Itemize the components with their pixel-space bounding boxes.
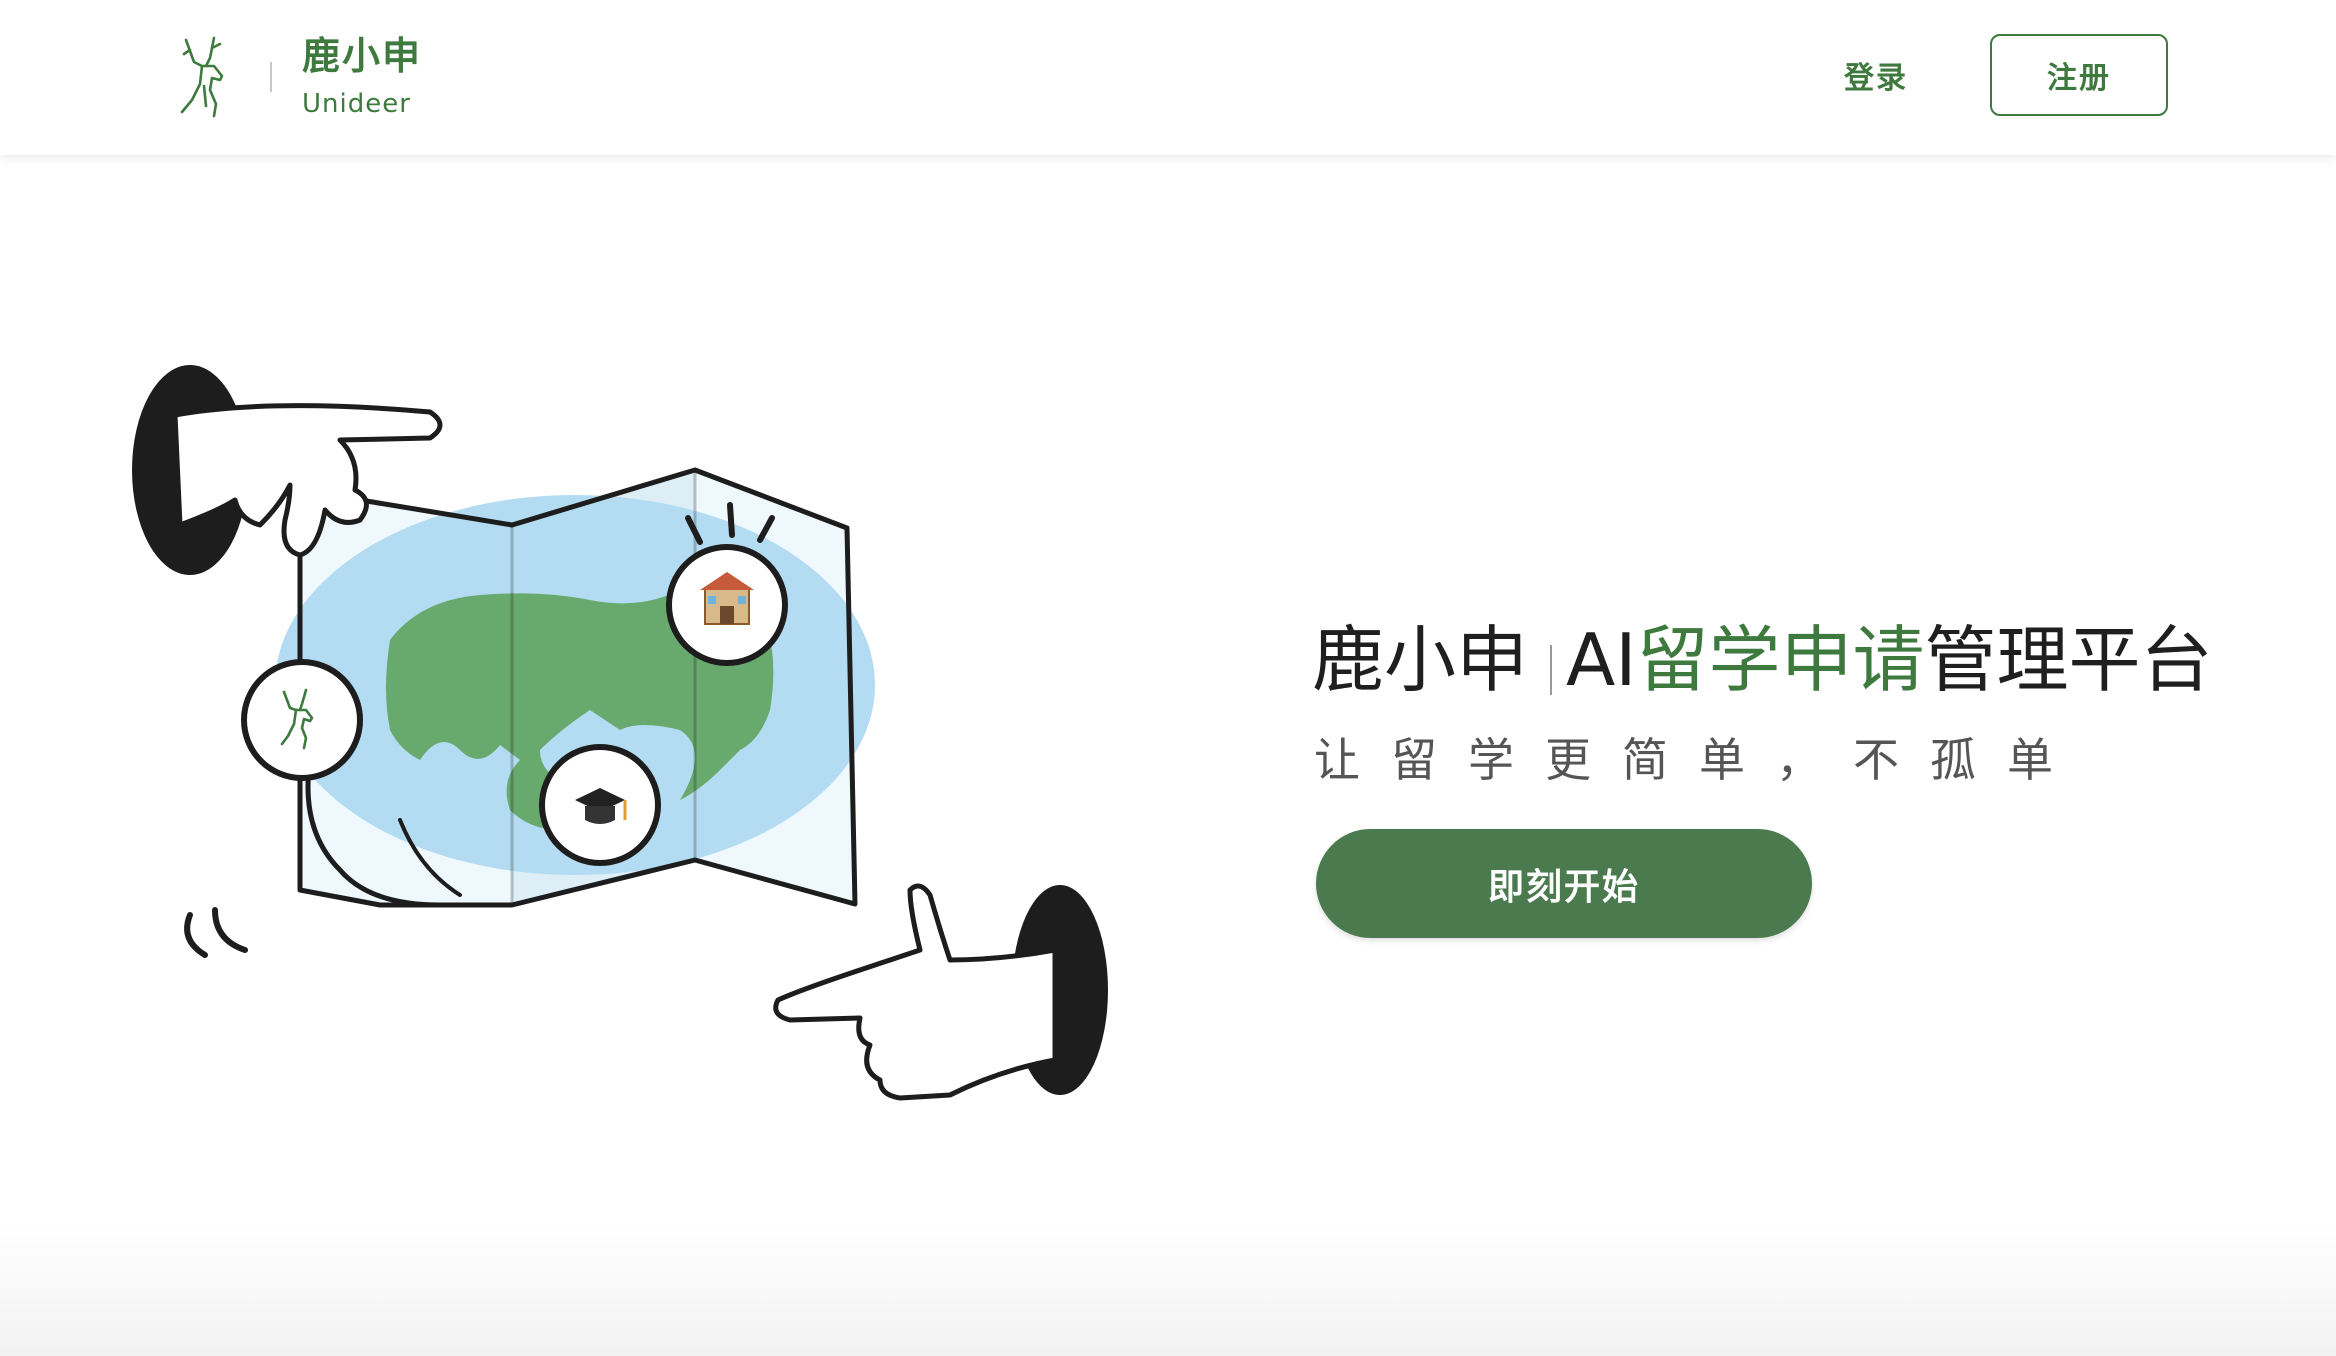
hero-title-ai: AI [1566,618,1637,702]
deer-logo-icon [180,36,224,118]
brand[interactable]: 鹿小申 Unideer [178,32,422,122]
brand-subtitle: Unideer [302,89,411,119]
top-navbar: 鹿小申 Unideer 登录 注册 [0,0,2336,155]
brand-text: 鹿小申 Unideer [302,33,422,121]
login-link[interactable]: 登录 [1844,53,1908,97]
hero-title-accent: 留学申请 [1636,618,1925,702]
school-building-icon [666,544,788,666]
hero-title-rest: 管理平台 [1924,618,2213,702]
hero-title-divider [1550,645,1553,695]
deer-logo-icon [241,659,363,781]
brand-divider [270,62,272,92]
hero-title-brand: 鹿小申 [1312,618,1529,702]
hand-bottom-right-illustration [773,883,1108,1101]
brand-name: 鹿小申 [302,34,423,78]
register-button[interactable]: 注册 [1990,34,2168,116]
hero-title: 鹿小申 AI 留学申请 管理平台 [1312,615,2213,705]
hero-illustration [132,365,1108,1101]
hero-tagline: 让留学更简单，不孤单 [1314,733,2084,787]
graduation-cap-icon [539,744,661,866]
landing-page: 鹿小申 Unideer 登录 注册 鹿小申 AI 留学申请 管理平台 让留学更简… [0,0,2336,1356]
get-started-button[interactable]: 即刻开始 [1316,829,1812,938]
